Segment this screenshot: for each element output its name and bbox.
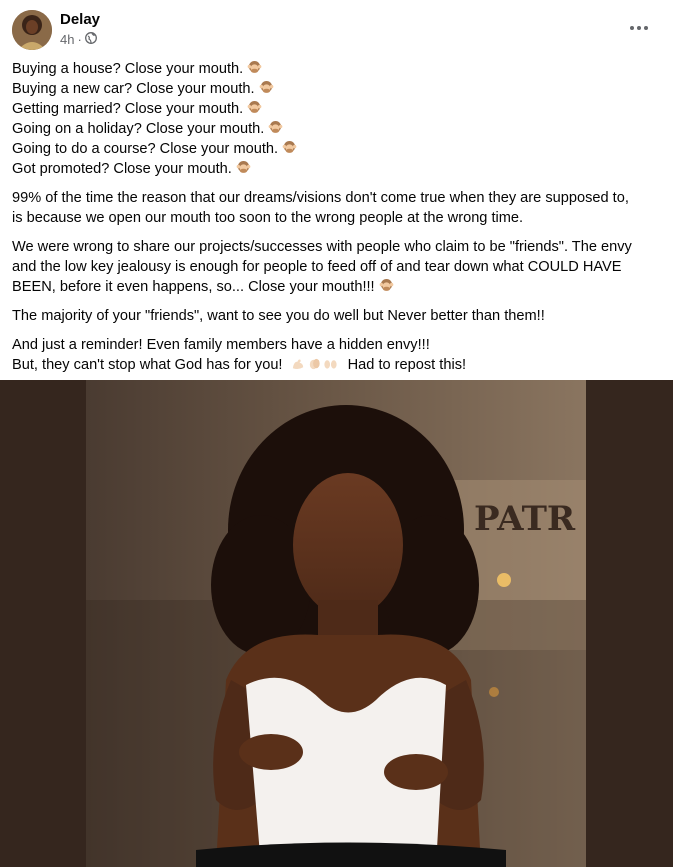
author-avatar[interactable] bbox=[12, 10, 52, 50]
speak-no-evil-monkey-icon bbox=[379, 278, 393, 291]
portrait-image: PATR bbox=[86, 380, 586, 867]
post-paragraph: 99% of the time the reason that our drea… bbox=[12, 190, 629, 226]
post-line: Buying a house? Close your mouth. bbox=[12, 59, 662, 79]
background-sign-text: PATR bbox=[474, 499, 576, 539]
post-photo[interactable]: PATR bbox=[0, 380, 673, 867]
post-line: Got promoted? Close your mouth. bbox=[12, 159, 662, 179]
speak-no-evil-monkey-icon bbox=[259, 80, 273, 93]
post-paragraph: We were wrong to share our projects/succ… bbox=[12, 239, 632, 295]
post-header: Delay 4h · bbox=[12, 10, 661, 50]
post-paragraph: The majority of your "friends", want to … bbox=[12, 308, 545, 324]
post-line: Getting married? Close your mouth. bbox=[12, 99, 662, 119]
post-meta: 4h · bbox=[60, 32, 97, 47]
more-options-icon[interactable] bbox=[627, 16, 651, 40]
speak-no-evil-monkey-icon bbox=[268, 120, 283, 133]
raising-hands-icon bbox=[323, 360, 337, 369]
clapping-hands-icon bbox=[309, 358, 320, 370]
post-line: Going on a holiday? Close your mouth. bbox=[12, 119, 662, 139]
speak-no-evil-monkey-icon bbox=[282, 140, 297, 153]
post-text: Buying a house? Close your mouth. Buying… bbox=[12, 59, 662, 375]
post-line: Going to do a course? Close your mouth. bbox=[12, 139, 662, 159]
author-name[interactable]: Delay bbox=[60, 11, 100, 28]
speak-no-evil-monkey-icon bbox=[247, 60, 262, 73]
post-time[interactable]: 4h bbox=[60, 32, 74, 47]
post-line: Buying a new car? Close your mouth. bbox=[12, 79, 662, 99]
facebook-post: Delay 4h · Buying a house? Close your mo… bbox=[0, 0, 673, 867]
post-paragraph: And just a reminder! Even family members… bbox=[12, 337, 467, 373]
speak-no-evil-monkey-icon bbox=[247, 100, 262, 113]
flexed-biceps-icon bbox=[292, 359, 303, 369]
speak-no-evil-monkey-icon bbox=[236, 160, 251, 173]
globe-icon bbox=[84, 32, 97, 47]
